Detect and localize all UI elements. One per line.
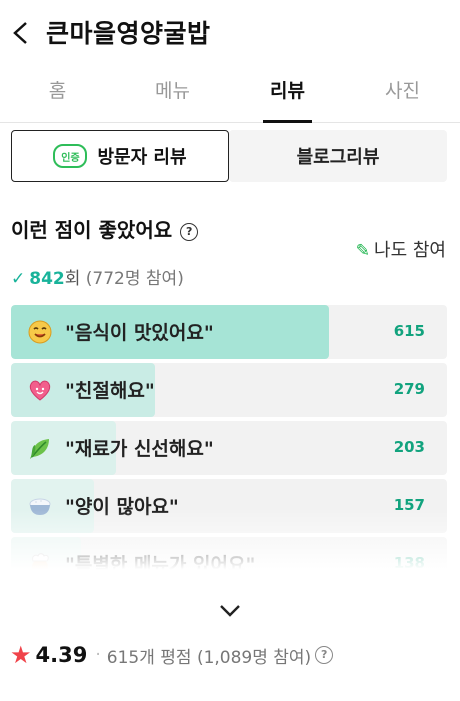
- rating-count: 615개 평점: [106, 647, 192, 668]
- keyword-bar: "음식이 맛있어요" 615: [11, 305, 447, 359]
- separator: ·: [95, 645, 101, 665]
- rating-help-icon[interactable]: ?: [315, 646, 334, 664]
- write-review-button[interactable]: ✎ 나도 참여: [356, 236, 446, 262]
- heart-icon: [27, 377, 53, 403]
- review-type-toggle: 인증 방문자 리뷰 블로그리뷰: [11, 130, 447, 182]
- keyword-count: 842: [29, 269, 65, 289]
- keyword-bar: "친절해요" 279: [11, 363, 447, 417]
- tab-menu[interactable]: 메뉴: [115, 66, 230, 122]
- pencil-icon: ✎: [355, 241, 371, 261]
- keyword-count-value: 615: [393, 322, 425, 340]
- write-review-label: 나도 참여: [374, 240, 446, 261]
- verified-badge-icon: 인증: [53, 144, 88, 168]
- list-fade-overlay: [11, 510, 447, 580]
- tab-home[interactable]: 홈: [0, 66, 115, 122]
- blog-review-button[interactable]: 블로그리뷰: [229, 130, 447, 182]
- rating-participants: (1,089명 참여): [196, 647, 312, 668]
- star-icon: ★: [10, 641, 32, 669]
- rating-summary: ★ 4.39 · 615개 평점 (1,089명 참여) ?: [10, 641, 334, 669]
- page-title: 큰마을영양굴밥: [46, 19, 211, 48]
- keyword-count-suffix: 회: [64, 269, 81, 289]
- keyword-count-value: 279: [393, 380, 425, 398]
- keyword-count-value: 203: [393, 438, 425, 456]
- keyword-label: "재료가 신선해요": [65, 438, 214, 460]
- back-arrow-icon[interactable]: [8, 18, 34, 48]
- keyword-list: "음식이 맛있어요" 615 "친절해요" 279 "재료가 신선해요" 203 "양이 많…: [11, 305, 447, 580]
- keyword-label: "음식이 맛있어요": [65, 322, 214, 344]
- visitor-review-label: 방문자 리뷰: [97, 147, 187, 168]
- keyword-summary: ✓ 842회 (772명 참여): [11, 264, 184, 289]
- check-icon: ✓: [11, 269, 26, 289]
- help-icon[interactable]: ?: [180, 223, 199, 241]
- participant-count: (772명 참여): [85, 269, 184, 289]
- rating-score: 4.39: [35, 643, 88, 667]
- leaf-icon: [27, 435, 53, 461]
- section-title-text: 이런 점이 좋았어요: [11, 218, 173, 242]
- keyword-bar: "재료가 신선해요" 203: [11, 421, 447, 475]
- tab-bar: 홈 메뉴 리뷰 사진: [0, 66, 460, 123]
- tab-reviews[interactable]: 리뷰: [230, 66, 345, 123]
- smiling-face-icon: [27, 319, 53, 345]
- visitor-review-button[interactable]: 인증 방문자 리뷰: [11, 130, 229, 182]
- blog-review-label: 블로그리뷰: [296, 147, 380, 168]
- header: 큰마을영양굴밥: [0, 0, 460, 62]
- chevron-down-icon[interactable]: [218, 602, 242, 620]
- keyword-label: "친절해요": [65, 380, 155, 402]
- tab-photos[interactable]: 사진: [345, 66, 460, 122]
- section-title: 이런 점이 좋았어요?: [11, 214, 199, 243]
